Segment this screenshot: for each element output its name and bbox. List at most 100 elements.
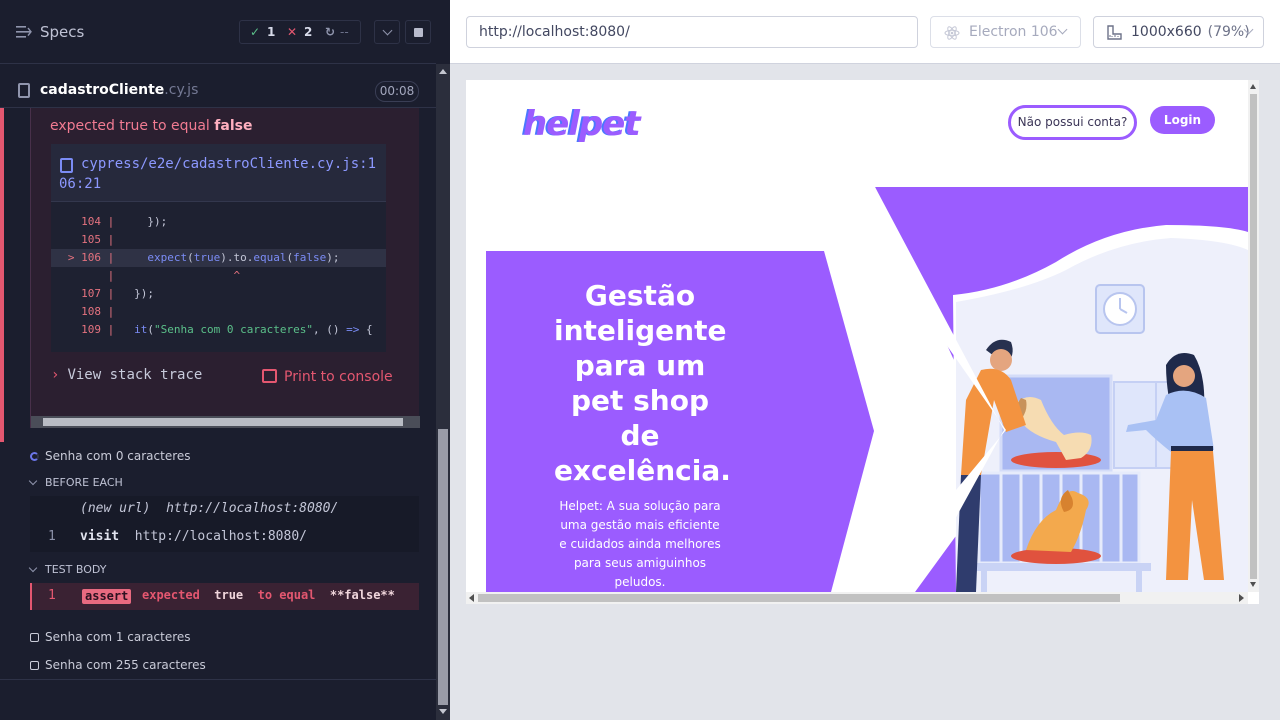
scroll-down-arrow[interactable]: [439, 709, 447, 714]
specs-label[interactable]: Specs: [40, 23, 84, 41]
stop-button[interactable]: [405, 20, 431, 44]
toggle-auto-scroll-button[interactable]: [374, 20, 400, 44]
assert-text: true: [214, 588, 244, 602]
app-under-test-frame: helpet Não possui conta? Login Gestão in…: [466, 80, 1259, 604]
print-to-console-label: Print to console: [284, 369, 393, 385]
command-new-url[interactable]: (new url) http://localhost:8080/: [80, 501, 338, 516]
pending-count: --: [340, 25, 349, 39]
scroll-up-arrow[interactable]: [439, 69, 447, 74]
test-item[interactable]: Senha com 255 caracteres: [30, 658, 206, 672]
kennel-base: [971, 563, 1151, 571]
before-each-commands: (new url) http://localhost:8080/ 1 visit…: [30, 496, 419, 552]
scroll-left-arrow[interactable]: [469, 594, 474, 602]
scroll-down-arrow[interactable]: [1250, 582, 1256, 587]
view-stack-trace-toggle[interactable]: › View stack trace: [51, 367, 202, 383]
error-message: expected true to equal false: [50, 118, 252, 134]
command-assert[interactable]: 1 assert expected true to equal **false*…: [30, 583, 419, 610]
scrollbar-thumb[interactable]: [1250, 94, 1257, 579]
login-button[interactable]: Login: [1150, 106, 1215, 134]
view-stack-trace-label: View stack trace: [67, 367, 203, 383]
spec-duration: 00:08: [375, 81, 419, 102]
command-name: visit: [80, 529, 120, 544]
error-panel: expected true to equal false cypress/e2e…: [30, 108, 420, 428]
scroll-right-arrow[interactable]: [1239, 594, 1244, 602]
woman-belt: [1171, 446, 1213, 451]
woman-head: [1173, 365, 1195, 387]
test-item[interactable]: Senha com 1 caracteres: [30, 630, 191, 644]
code-line: 104 | });: [51, 213, 386, 231]
man-head: [990, 349, 1012, 371]
command-arg: http://localhost:8080/: [134, 529, 307, 544]
chevron-down-icon: [382, 25, 393, 36]
divider: [0, 679, 436, 680]
failed-icon: ✕: [287, 25, 298, 39]
code-frame-file-link[interactable]: cypress/e2e/cadastroCliente.cy.js:106:21: [59, 154, 381, 194]
ruler-icon: [1107, 25, 1122, 40]
line-number: 105: [81, 233, 101, 246]
assert-message: expected true to equal **false**: [142, 588, 395, 602]
test-title: Senha com 0 caracteres: [45, 449, 191, 463]
browser-selector[interactable]: Electron 106: [930, 16, 1081, 48]
hook-test-body[interactable]: TEST BODY: [28, 563, 107, 576]
test-title: Senha com 1 caracteres: [45, 630, 191, 644]
running-spinner-icon: [30, 452, 39, 461]
command-name: (new url): [80, 501, 151, 516]
kennel-leg: [1136, 571, 1142, 592]
scroll-up-arrow[interactable]: [1250, 84, 1256, 89]
error-vertical-scrollbar[interactable]: [403, 108, 419, 416]
hook-title: TEST BODY: [45, 563, 107, 576]
specs-list-icon[interactable]: [16, 25, 32, 39]
console-icon: [262, 369, 277, 383]
line-number: 107: [81, 287, 101, 300]
spec-header: cadastroCliente.cy.js 00:08: [0, 76, 436, 108]
viewport-info[interactable]: 1000x660 (79%): [1093, 16, 1264, 48]
file-icon: [18, 83, 30, 98]
scrollbar-thumb[interactable]: [43, 418, 403, 426]
test-title: Senha com 255 caracteres: [45, 658, 206, 672]
spec-ext: .cy.js: [164, 82, 199, 98]
viewport-zoom: (79%): [1207, 24, 1250, 40]
url-bar[interactable]: http://localhost:8080/: [466, 16, 918, 48]
error-message-prefix: expected true to equal: [50, 118, 215, 134]
assert-text: expected: [142, 588, 200, 602]
line-number: 108: [81, 305, 101, 318]
passed-icon: ✓: [250, 25, 261, 39]
failed-count: 2: [304, 25, 313, 39]
chevron-down-icon: [1057, 24, 1068, 35]
scrollbar-thumb[interactable]: [478, 594, 1120, 602]
assert-badge: assert: [82, 589, 132, 604]
command-number: 1: [48, 529, 56, 544]
assert-text: to equal: [257, 588, 316, 602]
scrollbar-thumb[interactable]: [438, 429, 448, 705]
browser-name: Electron 106: [969, 24, 1058, 40]
print-to-console-button[interactable]: Print to console: [262, 369, 393, 385]
runner-panel: Specs ✓ 1 ✕ 2 ↻ -- cadastroCliente.cy.js…: [0, 0, 450, 720]
chevron-down-icon: [28, 563, 38, 573]
error-horizontal-scrollbar[interactable]: [31, 416, 420, 428]
hero-subtitle: Helpet: A sua solução para uma gestão ma…: [559, 499, 721, 589]
chevron-down-icon: [28, 476, 38, 486]
code-line: 109 | it("Senha com 0 caracteres", () =>…: [51, 321, 386, 339]
helpet-logo[interactable]: helpet: [523, 104, 641, 144]
viewport-size: 1000x660: [1131, 24, 1202, 40]
code-frame: cypress/e2e/cadastroCliente.cy.js:106:21…: [51, 144, 386, 352]
hero-title: Gestão inteligente para um pet shop de e…: [554, 279, 731, 487]
hook-before-each[interactable]: BEFORE EACH: [28, 476, 123, 489]
no-account-button[interactable]: Não possui conta?: [1008, 105, 1137, 140]
runner-header: Specs ✓ 1 ✕ 2 ↻ --: [0, 0, 436, 64]
kennel-leg: [981, 571, 987, 592]
line-code: });: [120, 287, 154, 300]
line-marker: >: [67, 251, 75, 264]
reporter-scrollbar[interactable]: [436, 64, 450, 720]
line-number: 109: [81, 323, 101, 336]
command-visit[interactable]: visit http://localhost:8080/: [80, 529, 307, 544]
test-current[interactable]: Senha com 0 caracteres: [30, 449, 191, 463]
code-frame-header: cypress/e2e/cadastroCliente.cy.js:106:21: [51, 144, 386, 202]
hook-title: BEFORE EACH: [45, 476, 123, 489]
line-number: 104: [81, 215, 101, 228]
aut-panel: http://localhost:8080/ Electron 106 1000…: [450, 0, 1280, 720]
aut-horizontal-scrollbar[interactable]: [466, 592, 1248, 604]
code-line: | ^: [101, 269, 241, 282]
aut-vertical-scrollbar[interactable]: [1248, 80, 1259, 592]
pending-test-icon: [30, 633, 39, 642]
